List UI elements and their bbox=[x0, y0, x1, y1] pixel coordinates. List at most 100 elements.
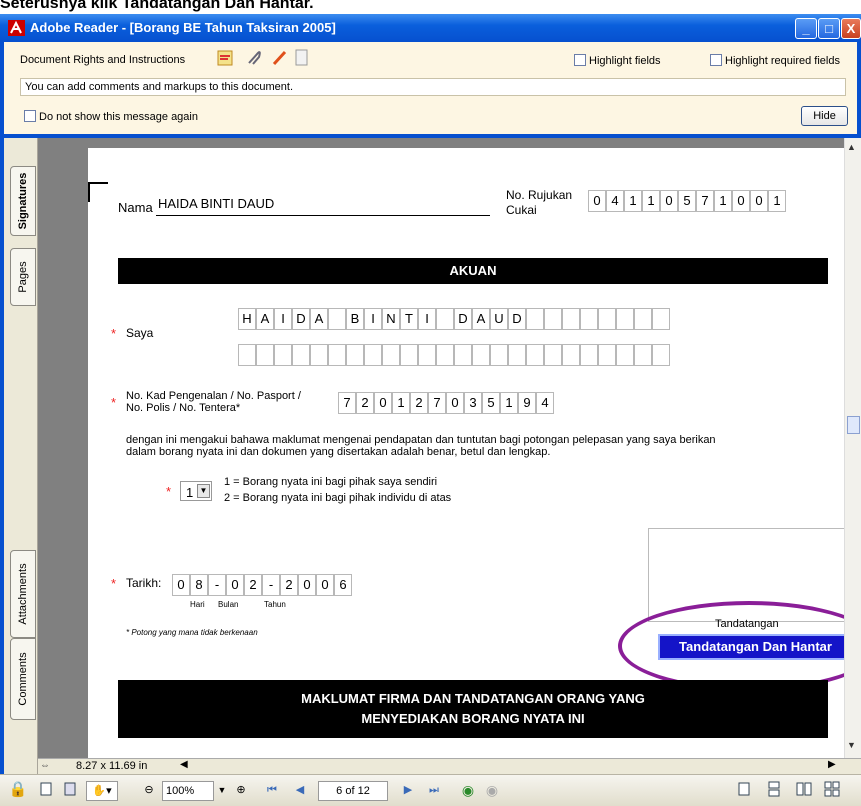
saya-char-box[interactable] bbox=[346, 344, 364, 366]
kp-digit-box[interactable]: 1 bbox=[500, 392, 518, 414]
tarikh-char-box[interactable]: - bbox=[262, 574, 280, 596]
kp-digit-box[interactable]: 9 bbox=[518, 392, 536, 414]
saya-char-box[interactable]: D bbox=[454, 308, 472, 330]
attach-paperclip-icon[interactable] bbox=[244, 48, 264, 71]
saya-char-box[interactable] bbox=[490, 344, 508, 366]
do-not-show-checkbox[interactable] bbox=[24, 110, 36, 122]
rujukan-digit-box[interactable]: 1 bbox=[714, 190, 732, 212]
last-page-icon[interactable]: ⏭ bbox=[424, 781, 444, 801]
rujukan-digit-box[interactable]: 0 bbox=[660, 190, 678, 212]
saya-char-box[interactable] bbox=[328, 344, 346, 366]
saya-char-box[interactable] bbox=[382, 344, 400, 366]
kp-field[interactable]: 720127035194 bbox=[338, 392, 554, 414]
saya-char-box[interactable] bbox=[256, 344, 274, 366]
facing-icon[interactable] bbox=[794, 781, 814, 801]
tarikh-char-box[interactable]: 2 bbox=[244, 574, 262, 596]
hide-button[interactable]: Hide bbox=[801, 106, 848, 126]
highlight-required-toggle[interactable]: Highlight required fields bbox=[710, 54, 840, 67]
rujukan-digit-box[interactable]: 1 bbox=[768, 190, 786, 212]
rujukan-digit-box[interactable]: 0 bbox=[750, 190, 768, 212]
fit-page-icon[interactable] bbox=[60, 781, 80, 801]
tarikh-char-box[interactable]: 2 bbox=[280, 574, 298, 596]
saya-char-box[interactable]: B bbox=[346, 308, 364, 330]
saya-char-box[interactable]: N bbox=[382, 308, 400, 330]
single-page-icon[interactable] bbox=[734, 781, 754, 801]
saya-char-box[interactable] bbox=[598, 308, 616, 330]
saya-char-box[interactable] bbox=[526, 344, 544, 366]
saya-char-box[interactable] bbox=[436, 308, 454, 330]
saya-char-box[interactable] bbox=[526, 308, 544, 330]
zoom-dropdown-icon[interactable]: ▼ bbox=[216, 781, 228, 801]
pencil-icon[interactable] bbox=[270, 48, 290, 71]
next-page-icon[interactable]: ▶ bbox=[398, 781, 418, 801]
maximize-button[interactable]: □ bbox=[818, 18, 840, 39]
kp-digit-box[interactable]: 0 bbox=[446, 392, 464, 414]
scroll-thumb[interactable] bbox=[847, 416, 860, 434]
go-forward-icon[interactable]: ◉ bbox=[482, 781, 502, 801]
saya-char-box[interactable] bbox=[616, 344, 634, 366]
tarikh-char-box[interactable]: 0 bbox=[226, 574, 244, 596]
rujukan-digit-box[interactable]: 0 bbox=[588, 190, 606, 212]
rujukan-field[interactable]: 04110571001 bbox=[588, 190, 786, 212]
saya-char-box[interactable] bbox=[310, 344, 328, 366]
rujukan-digit-box[interactable]: 1 bbox=[624, 190, 642, 212]
saya-char-box[interactable] bbox=[472, 344, 490, 366]
saya-char-box[interactable]: U bbox=[490, 308, 508, 330]
kp-digit-box[interactable]: 2 bbox=[410, 392, 428, 414]
rujukan-digit-box[interactable]: 0 bbox=[732, 190, 750, 212]
saya-char-box[interactable]: A bbox=[472, 308, 490, 330]
rujukan-digit-box[interactable]: 7 bbox=[696, 190, 714, 212]
chevron-down-icon[interactable]: ▼ bbox=[197, 484, 210, 498]
saya-char-box[interactable] bbox=[328, 308, 346, 330]
scroll-up-arrow-icon[interactable]: ▲ bbox=[847, 142, 856, 152]
saya-char-box[interactable]: D bbox=[292, 308, 310, 330]
saya-char-box[interactable] bbox=[598, 344, 616, 366]
saya-field-row2[interactable] bbox=[238, 344, 670, 366]
saya-char-box[interactable]: H bbox=[238, 308, 256, 330]
saya-char-box[interactable]: I bbox=[274, 308, 292, 330]
tab-signatures[interactable]: Signatures bbox=[10, 166, 36, 236]
saya-char-box[interactable] bbox=[400, 344, 418, 366]
kp-digit-box[interactable]: 7 bbox=[338, 392, 356, 414]
highlight-fields-toggle[interactable]: Highlight fields bbox=[574, 54, 661, 67]
saya-char-box[interactable] bbox=[544, 344, 562, 366]
saya-char-box[interactable]: I bbox=[364, 308, 382, 330]
tab-attachments[interactable]: Attachments bbox=[10, 550, 36, 638]
saya-char-box[interactable] bbox=[454, 344, 472, 366]
zoom-input[interactable]: 100% bbox=[162, 781, 214, 801]
saya-char-box[interactable] bbox=[580, 308, 598, 330]
do-not-show-option[interactable]: Do not show this message again bbox=[24, 110, 198, 123]
scroll-left-icon[interactable]: ◀ bbox=[180, 759, 188, 770]
saya-char-box[interactable]: A bbox=[310, 308, 328, 330]
resize-handle-icon[interactable]: ⇔ bbox=[40, 760, 50, 771]
kp-digit-box[interactable]: 5 bbox=[482, 392, 500, 414]
saya-char-box[interactable] bbox=[274, 344, 292, 366]
tab-comments[interactable]: Comments bbox=[10, 638, 36, 720]
saya-char-box[interactable]: A bbox=[256, 308, 274, 330]
kp-digit-box[interactable]: 3 bbox=[464, 392, 482, 414]
zoom-out-icon[interactable]: ⊖ bbox=[140, 781, 158, 801]
tarikh-char-box[interactable]: 0 bbox=[172, 574, 190, 596]
saya-char-box[interactable] bbox=[652, 308, 670, 330]
saya-char-box[interactable] bbox=[292, 344, 310, 366]
vertical-scrollbar[interactable]: ▲ ▼ bbox=[844, 138, 861, 758]
kp-digit-box[interactable]: 4 bbox=[536, 392, 554, 414]
saya-char-box[interactable]: D bbox=[508, 308, 526, 330]
previous-page-icon[interactable]: ◀ bbox=[290, 781, 310, 801]
saya-char-box[interactable] bbox=[544, 308, 562, 330]
saya-char-box[interactable] bbox=[238, 344, 256, 366]
kp-digit-box[interactable]: 1 bbox=[392, 392, 410, 414]
minimize-button[interactable]: _ bbox=[795, 18, 817, 39]
rujukan-digit-box[interactable]: 1 bbox=[642, 190, 660, 212]
saya-field-row1[interactable]: HAIDABINTIDAUD bbox=[238, 308, 670, 330]
page-number-input[interactable]: 6 of 12 bbox=[318, 781, 388, 801]
first-page-icon[interactable]: ⏮ bbox=[262, 781, 282, 801]
tab-pages[interactable]: Pages bbox=[10, 248, 36, 306]
scroll-right-icon[interactable]: ▶ bbox=[828, 759, 836, 770]
continuous-icon[interactable] bbox=[764, 781, 784, 801]
saya-char-box[interactable] bbox=[580, 344, 598, 366]
saya-char-box[interactable] bbox=[508, 344, 526, 366]
tarikh-char-box[interactable]: 0 bbox=[316, 574, 334, 596]
tarikh-char-box[interactable]: 0 bbox=[298, 574, 316, 596]
kp-digit-box[interactable]: 7 bbox=[428, 392, 446, 414]
